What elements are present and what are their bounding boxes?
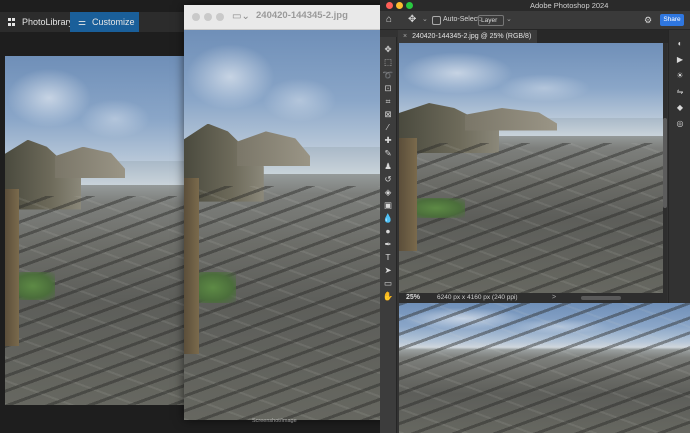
preview-titlebar[interactable]: ▭⌄ 240420-144345-2.jpg [184, 5, 394, 30]
gear-icon[interactable]: ⚙ [644, 11, 652, 29]
play-icon[interactable]: ▶ [673, 54, 687, 66]
dodge-tool-icon[interactable]: ● [382, 225, 394, 237]
sliders-icon: ⚌ [78, 17, 87, 27]
document-canvas[interactable] [399, 43, 663, 293]
library-photo[interactable] [5, 56, 205, 405]
pen-tool-icon[interactable]: ✒ [382, 238, 394, 250]
status-bar: 25% 6240 px x 4160 px (240 ppi) > [399, 293, 667, 303]
share-button[interactable]: Share [660, 14, 684, 26]
watermark-text: Screenshot/Image [252, 418, 297, 424]
document-tab[interactable]: × 240420-144345-2.jpg @ 25% (RGB/8) [398, 30, 538, 43]
frame-tool-icon[interactable]: ⊠ [382, 108, 394, 120]
zoom-window-button[interactable] [406, 2, 413, 9]
eyedropper-tool-icon[interactable]: ⁄ [382, 121, 394, 133]
status-menu-chevron[interactable]: > [552, 293, 556, 303]
zoom-window-button[interactable] [216, 13, 224, 21]
auto-select-checkbox[interactable] [432, 16, 441, 25]
photoshop-window: Adobe Photoshop 2024 ⌂ ✥ ⌄ Auto-Select: … [380, 0, 690, 433]
auto-select-label: Auto-Select: [443, 16, 482, 23]
horizontal-scrollbar[interactable] [581, 296, 621, 300]
path-select-tool-icon[interactable]: ➤ [382, 264, 394, 276]
zoom-level[interactable]: 25% [406, 293, 420, 303]
photoshop-app-title: Adobe Photoshop 2024 [530, 1, 609, 10]
eraser-tool-icon[interactable]: ◈ [382, 186, 394, 198]
history-brush-tool-icon[interactable]: ↺ [382, 173, 394, 185]
preview-window: ▭⌄ 240420-144345-2.jpg [184, 5, 394, 420]
hand-tool-icon[interactable]: ✋ [382, 290, 394, 302]
minimize-window-button[interactable] [396, 2, 403, 9]
tools-panel: ✥ ⬚ ➰ ⊡ ⌗ ⊠ ⁄ ✚ ✎ ♟ ↺ ◈ ▣ 💧 ● ✒ T ➤ ▭ ✋ [380, 37, 397, 433]
chevron-down-icon[interactable]: ⌄ [422, 11, 428, 29]
rectangle-tool-icon[interactable]: ▭ [382, 277, 394, 289]
layers-icon[interactable]: ◆ [673, 102, 687, 114]
options-bar: ⌂ ✥ ⌄ Auto-Select: Layer ⌄ ⚙ Share [380, 11, 690, 30]
properties-icon[interactable]: ⇋ [673, 86, 687, 98]
lasso-tool-icon[interactable]: ➰ [382, 69, 394, 81]
close-window-button[interactable] [386, 2, 393, 9]
auto-select-dropdown[interactable]: Layer [478, 15, 504, 26]
customize-button[interactable]: ⚌ Customize [70, 12, 139, 32]
close-tab-icon[interactable]: × [403, 33, 407, 40]
photoshop-titlebar[interactable]: Adobe Photoshop 2024 [380, 0, 690, 11]
blur-tool-icon[interactable]: 💧 [382, 212, 394, 224]
document-dimensions: 6240 px x 4160 px (240 ppi) [437, 294, 518, 301]
minimize-window-button[interactable] [204, 13, 212, 21]
type-tool-icon[interactable]: T [382, 251, 394, 263]
clone-stamp-tool-icon[interactable]: ♟ [382, 160, 394, 172]
color-panel-icon[interactable]: ◐ [673, 38, 687, 50]
grid-icon [8, 18, 16, 26]
document-tab-bar: × 240420-144345-2.jpg @ 25% (RGB/8) [398, 30, 668, 43]
document-tab-label: 240420-144345-2.jpg @ 25% (RGB/8) [412, 33, 532, 40]
marquee-tool-icon[interactable]: ⬚ [382, 56, 394, 68]
gradient-tool-icon[interactable]: ▣ [382, 199, 394, 211]
photo-library-label: PhotoLibrary [22, 17, 74, 27]
home-icon[interactable]: ⌂ [386, 11, 392, 29]
healing-brush-tool-icon[interactable]: ✚ [382, 134, 394, 146]
move-tool-icon[interactable]: ✥ [382, 43, 394, 55]
brush-tool-icon[interactable]: ✎ [382, 147, 394, 159]
move-tool-preset-icon[interactable]: ✥ [408, 11, 416, 29]
adjustments-icon[interactable]: ☀ [673, 70, 687, 82]
sidebar-toggle-icon[interactable]: ▭⌄ [232, 11, 250, 22]
preview-filename: 240420-144345-2.jpg [256, 10, 348, 21]
vertical-scrollbar[interactable] [663, 43, 667, 293]
customize-label: Customize [92, 17, 135, 27]
preview-photo[interactable] [184, 30, 394, 420]
channels-icon[interactable]: ◎ [673, 118, 687, 130]
object-select-tool-icon[interactable]: ⊡ [382, 82, 394, 94]
background-photo-strip [399, 303, 690, 433]
close-window-button[interactable] [192, 13, 200, 21]
photo-library-button[interactable]: PhotoLibrary [0, 12, 81, 32]
chevron-down-icon[interactable]: ⌄ [506, 11, 512, 29]
crop-tool-icon[interactable]: ⌗ [382, 95, 394, 107]
